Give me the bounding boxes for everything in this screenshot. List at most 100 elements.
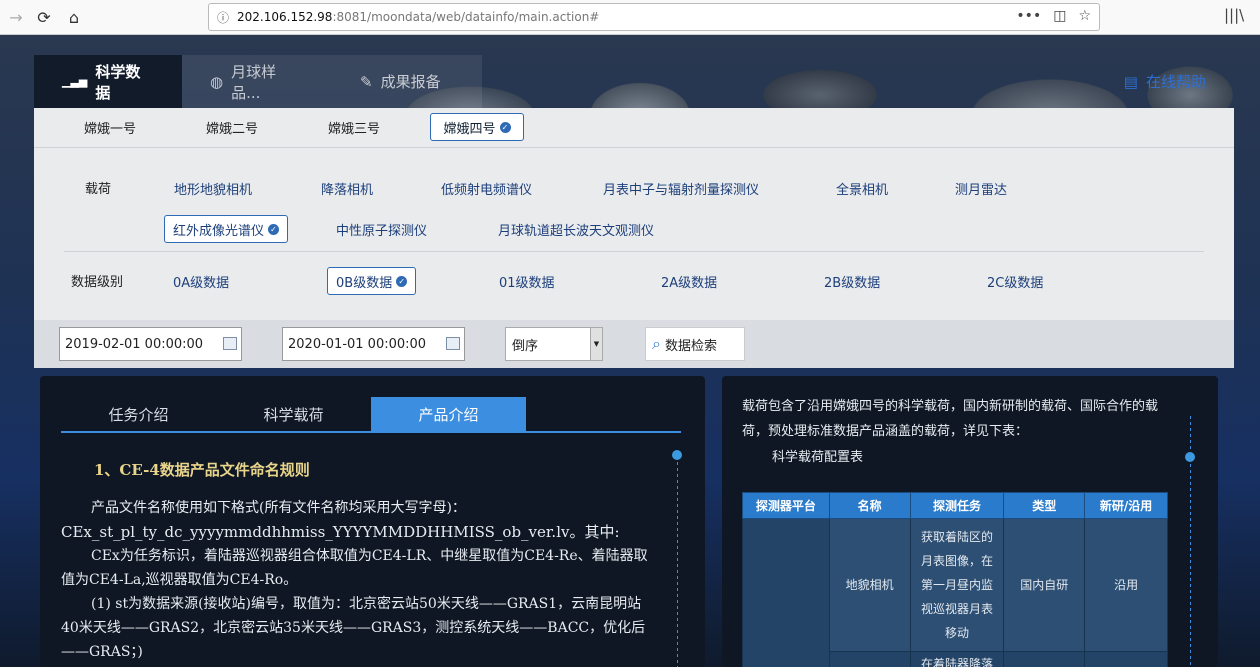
magnifier-icon: ⌕ bbox=[652, 334, 661, 353]
table-cell: 国内自研 bbox=[1003, 518, 1086, 652]
order-value: 倒序 bbox=[512, 338, 539, 354]
nav-results-report[interactable]: ✎ 成果报备 bbox=[332, 55, 482, 108]
url-host: 202.106.152.98 bbox=[237, 10, 333, 24]
more-icon[interactable]: ••• bbox=[1016, 8, 1041, 24]
intro-tabs: 任务介绍 科学载荷 产品介绍 bbox=[61, 397, 681, 433]
payload-option-label: 红外成像光谱仪 bbox=[173, 223, 265, 239]
search-label: 数据检索 bbox=[664, 338, 717, 354]
table-row: 地貌相机 获取着陆区的月表图像，在第一月昼内监视巡视器月表移动 国内自研 沿用 bbox=[742, 518, 1168, 667]
url-path: :8081/moondata/web/datainfo/main.action# bbox=[332, 10, 600, 24]
table-cell bbox=[1003, 651, 1086, 667]
tab-product-intro[interactable]: 产品介绍 bbox=[371, 397, 526, 431]
end-date-input[interactable]: 2020-01-01 00:00:00 bbox=[282, 327, 465, 361]
dropdown-arrow-icon[interactable]: ▼ bbox=[590, 328, 602, 360]
pocket-icon[interactable]: ◫ bbox=[1053, 8, 1066, 24]
payload-label: 载荷 bbox=[85, 182, 112, 197]
check-icon: ✓ bbox=[396, 275, 408, 287]
paragraph: 产品文件名称使用如下格式(所有文件名称均采用大写字母)： bbox=[91, 500, 466, 516]
order-select[interactable]: 倒序 ▼ bbox=[505, 327, 603, 361]
intro-panel: 任务介绍 科学载荷 产品介绍 1、CE-4数据产品文件命名规则 产品文件名称使用… bbox=[40, 376, 705, 667]
table-header-row: 探测器平台 名称 探测任务 类型 新研/沿用 bbox=[742, 492, 1168, 519]
timeline-line bbox=[1190, 416, 1191, 667]
level-option[interactable]: 2B级数据 bbox=[824, 267, 880, 295]
calendar-icon[interactable] bbox=[223, 337, 237, 350]
nav-label: 成果报备 bbox=[380, 73, 441, 91]
mission-label: 嫦娥一号 bbox=[83, 121, 136, 137]
edit-icon: ✎ bbox=[360, 72, 373, 91]
mission-label: 嫦娥三号 bbox=[327, 121, 380, 137]
table-cell bbox=[828, 651, 911, 667]
url-bar[interactable]: ⓘ 202.106.152.98 :8081/moondata/web/data… bbox=[208, 3, 1100, 31]
online-help-link[interactable]: ▤ 在线帮助 bbox=[1124, 55, 1206, 108]
level-option[interactable]: 01级数据 bbox=[499, 267, 555, 295]
level-option-selected[interactable]: 0B级数据 ✓ bbox=[327, 267, 417, 295]
payload-option[interactable]: 全景相机 bbox=[836, 174, 888, 202]
end-date-value: 2020-01-01 00:00:00 bbox=[288, 336, 427, 352]
mission-tabs: 嫦娥一号 嫦娥二号 嫦娥三号 嫦娥四号 ✓ bbox=[34, 108, 1234, 148]
start-date-value: 2019-02-01 00:00:00 bbox=[65, 336, 204, 352]
info-icon[interactable]: ⓘ bbox=[217, 9, 229, 26]
back-icon[interactable]: → bbox=[2, 3, 30, 31]
bookmark-star-icon[interactable]: ☆ bbox=[1078, 8, 1091, 24]
start-date-input[interactable]: 2019-02-01 00:00:00 bbox=[59, 327, 242, 361]
mission-tab-ce3[interactable]: 嫦娥三号 bbox=[306, 113, 402, 141]
column-header: 探测任务 bbox=[909, 492, 1005, 519]
column-header: 类型 bbox=[1003, 492, 1086, 519]
level-label: 数据级别 bbox=[71, 275, 124, 290]
payload-option[interactable]: 中性原子探测仪 bbox=[336, 215, 427, 243]
top-navigation: ▁▃▅ 科学数据 ◍ 月球样品... ✎ 成果报备 ▤ 在线帮助 bbox=[34, 55, 1234, 108]
calendar-icon[interactable] bbox=[446, 337, 460, 350]
level-option[interactable]: 0A级数据 bbox=[173, 267, 229, 295]
payload-option-selected[interactable]: 红外成像光谱仪 ✓ bbox=[164, 215, 289, 243]
tab-science-payload[interactable]: 科学载荷 bbox=[216, 397, 371, 431]
home-icon[interactable]: ⌂ bbox=[60, 3, 88, 31]
column-header: 名称 bbox=[828, 492, 911, 519]
table-cell: 地貌相机 bbox=[828, 518, 911, 652]
globe-icon: ◍ bbox=[210, 72, 224, 91]
divider bbox=[64, 251, 1204, 252]
nav-science-data[interactable]: ▁▃▅ 科学数据 bbox=[34, 55, 182, 108]
payload-info-panel: 载荷包含了沿用嫦娥四号的科学载荷，国内新研制的载荷、国际合作的载荷，预处理标准数… bbox=[722, 376, 1218, 667]
mission-tab-ce4[interactable]: 嫦娥四号 ✓ bbox=[430, 113, 524, 141]
document-icon: ▤ bbox=[1123, 72, 1138, 91]
mission-label: 嫦娥四号 bbox=[443, 121, 496, 137]
timeline-dot bbox=[672, 450, 682, 460]
nav-moon-samples[interactable]: ◍ 月球样品... bbox=[182, 55, 332, 108]
nav-label: 月球样品... bbox=[231, 62, 277, 102]
table-cell: 获取着陆区的月表图像，在第一月昼内监视巡视器月表移动 bbox=[909, 518, 1005, 652]
check-icon: ✓ bbox=[499, 121, 511, 133]
bar-chart-icon: ▁▃▅ bbox=[62, 75, 88, 88]
search-bar: 2019-02-01 00:00:00 2020-01-01 00:00:00 … bbox=[34, 320, 1234, 368]
check-icon: ✓ bbox=[268, 223, 280, 235]
level-option-label: 0B级数据 bbox=[336, 275, 393, 291]
library-icon[interactable]: |||\ bbox=[1224, 6, 1244, 24]
filter-panel: 嫦娥一号 嫦娥二号 嫦娥三号 嫦娥四号 ✓ 载荷 地形地貌相机 降落相机 低频射电… bbox=[34, 108, 1234, 320]
payload-option[interactable]: 月表中子与辐射剂量探测仪 bbox=[603, 174, 759, 202]
payload-option[interactable]: 地形地貌相机 bbox=[174, 174, 252, 202]
payload-option[interactable]: 测月雷达 bbox=[955, 174, 1007, 202]
section-heading: 1、CE-4数据产品文件命名规则 bbox=[94, 461, 310, 479]
search-button[interactable]: ⌕ 数据检索 bbox=[645, 327, 745, 361]
payload-description: 载荷包含了沿用嫦娥四号的科学载荷，国内新研制的载荷、国际合作的载荷，预处理标准数… bbox=[742, 399, 1159, 439]
mission-tab-ce1[interactable]: 嫦娥一号 bbox=[62, 113, 158, 141]
tab-mission-intro[interactable]: 任务介绍 bbox=[61, 397, 216, 431]
column-header: 新研/沿用 bbox=[1084, 492, 1168, 519]
payload-option[interactable]: 月球轨道超长波天文观测仪 bbox=[498, 215, 654, 243]
nav-label: 科学数据 bbox=[95, 62, 141, 102]
table-cell bbox=[742, 518, 830, 667]
payload-option[interactable]: 降落相机 bbox=[321, 174, 373, 202]
paragraph: (1) st为数据来源(接收站)编号，取值为：北京密云站50米天线——GRAS1… bbox=[61, 596, 646, 660]
table-cell: 沿用 bbox=[1084, 518, 1168, 652]
table-cell bbox=[1084, 651, 1168, 667]
payload-option[interactable]: 低频射电频谱仪 bbox=[441, 174, 532, 202]
mission-label: 嫦娥二号 bbox=[205, 121, 258, 137]
help-label: 在线帮助 bbox=[1145, 73, 1206, 91]
mission-tab-ce2[interactable]: 嫦娥二号 bbox=[184, 113, 280, 141]
timeline-line bbox=[677, 462, 678, 667]
level-option[interactable]: 2C级数据 bbox=[987, 267, 1043, 295]
table-caption: 科学载荷配置表 bbox=[772, 450, 864, 465]
level-option[interactable]: 2A级数据 bbox=[661, 267, 717, 295]
payload-table: 探测器平台 名称 探测任务 类型 新研/沿用 地貌相机 获取着陆区的月表图像，在… bbox=[742, 492, 1168, 667]
reload-icon[interactable]: ⟳ bbox=[30, 3, 58, 31]
intro-content: 1、CE-4数据产品文件命名规则 产品文件名称使用如下格式(所有文件名称均采用大… bbox=[61, 458, 656, 664]
